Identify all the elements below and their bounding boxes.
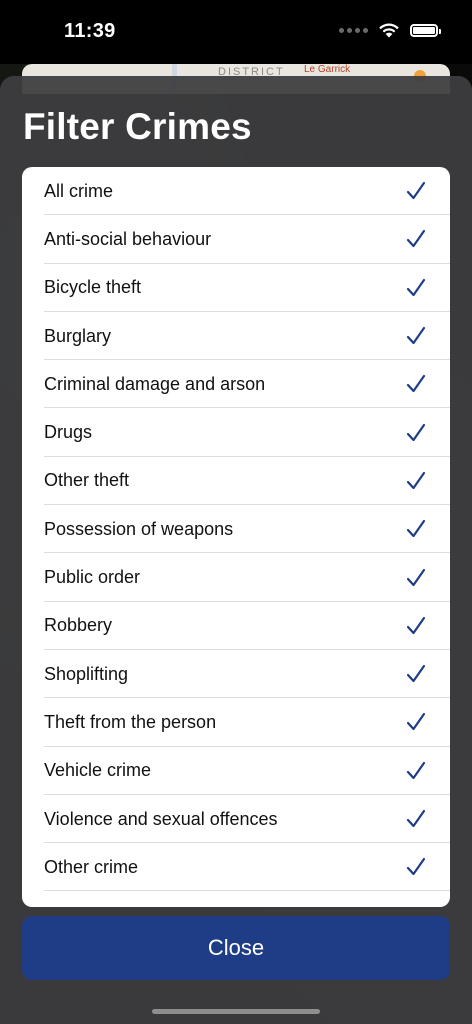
filter-row-9[interactable]: Robbery — [22, 602, 450, 651]
filter-row-13[interactable]: Violence and sexual offences — [22, 795, 450, 844]
wifi-icon — [379, 23, 399, 38]
status-time: 11:39 — [64, 20, 116, 42]
filter-label: All crime — [44, 180, 114, 201]
filter-row-2[interactable]: Bicycle theft — [22, 264, 450, 313]
filter-row-14[interactable]: Other crime — [22, 843, 450, 892]
filter-label: Bicycle theft — [44, 277, 142, 298]
checkmark-icon — [406, 616, 426, 634]
checkmark-icon — [406, 423, 426, 441]
filter-label: Other theft — [44, 470, 130, 491]
checkmark-icon — [406, 182, 426, 200]
sheet-title: Filter Crimes — [23, 106, 252, 147]
status-icons — [339, 22, 441, 38]
filter-row-10[interactable]: Shoplifting — [22, 650, 450, 699]
filter-label: Burglary — [44, 325, 112, 346]
map-poi-label: Le Garrick — [304, 64, 351, 75]
checkmark-icon — [406, 230, 426, 248]
filter-label: Theft from the person — [44, 711, 217, 732]
checkmark-icon — [406, 326, 426, 345]
filter-row-8[interactable]: Public order — [22, 553, 450, 602]
filter-label: Other crime — [44, 856, 139, 877]
checkmark-icon — [406, 665, 426, 683]
filter-label: Possession of weapons — [44, 518, 234, 539]
checkmark-icon — [406, 278, 426, 296]
checkmark-icon — [406, 713, 426, 731]
filter-label: Anti-social behaviour — [44, 228, 212, 249]
filter-row-12[interactable]: Vehicle crime — [22, 747, 450, 796]
home-indicator — [152, 1009, 320, 1014]
close-button[interactable]: Close — [22, 916, 450, 980]
status-bar: 11:39 — [0, 0, 472, 64]
cellular-signal-icon — [339, 27, 368, 33]
filter-row-11[interactable]: Theft from the person — [22, 698, 450, 747]
checkmark-icon — [406, 520, 426, 538]
checkmark-icon — [406, 761, 426, 779]
filter-label: Public order — [44, 567, 141, 588]
filter-list: All crime Anti-social behaviour Bicycle … — [22, 167, 450, 907]
filter-label: Violence and sexual offences — [44, 808, 278, 829]
checkmark-icon — [406, 375, 426, 393]
checkmark-icon — [406, 568, 426, 586]
filter-row-6[interactable]: Other theft — [22, 457, 450, 506]
battery-icon — [410, 23, 441, 37]
filter-label: Criminal damage and arson — [44, 373, 266, 394]
filter-row-5[interactable]: Drugs — [22, 408, 450, 458]
filter-label: Drugs — [44, 422, 93, 443]
filter-row-1[interactable]: Anti-social behaviour — [22, 215, 450, 264]
filter-label: Robbery — [44, 615, 113, 636]
filter-label: Shoplifting — [44, 663, 129, 684]
filter-row-3[interactable]: Burglary — [22, 312, 450, 361]
filter-row-0[interactable]: All crime — [22, 167, 450, 216]
filter-row-7[interactable]: Possession of weapons — [22, 505, 450, 554]
filter-label: Vehicle crime — [44, 760, 152, 781]
checkmark-icon — [406, 471, 426, 490]
checkmark-icon — [406, 858, 426, 876]
checkmark-icon — [406, 809, 426, 828]
filter-row-4[interactable]: Criminal damage and arson — [22, 360, 450, 409]
